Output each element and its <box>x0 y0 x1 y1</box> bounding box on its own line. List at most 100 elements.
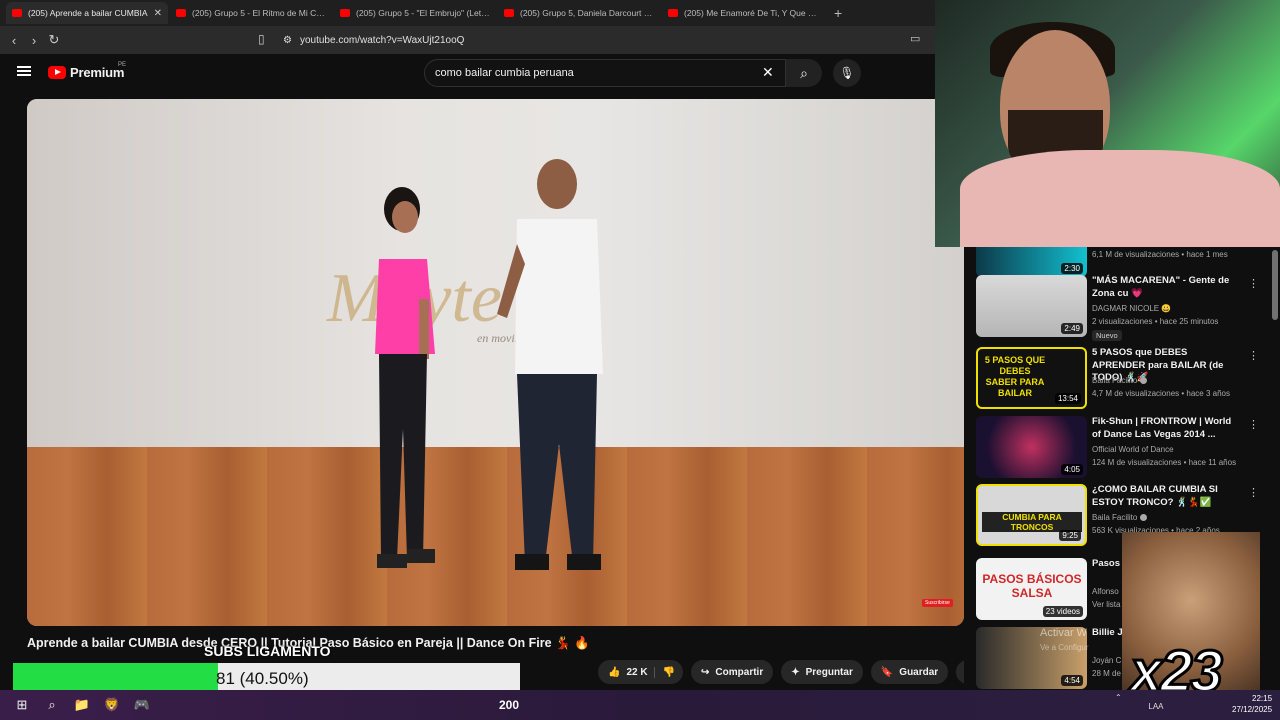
browser-tab[interactable]: (205) Grupo 5, Daniela Darcourt - Qu <box>498 2 660 24</box>
like-button[interactable]: 👍 22 K 👎 <box>598 660 684 684</box>
discord-icon[interactable]: 🎮 <box>128 694 156 716</box>
windows-activation-watermark-sub: Ve a Configur <box>1040 643 1089 652</box>
thumbs-down-icon[interactable]: 👎 <box>653 666 675 678</box>
channel-name: Alfonso <box>1092 587 1119 596</box>
subs-goal-count: 81 (40.50%) <box>216 669 309 688</box>
tab-label: (205) Grupo 5 - El Ritmo de Mi Corazón <box>192 8 326 18</box>
youtube-header: Premium PE como bailar cumbia peruana ✕ … <box>0 54 935 92</box>
more-options-icon[interactable]: ⋮ <box>1248 418 1259 431</box>
url-field[interactable]: ⚙ youtube.com/watch?v=WaxUjt21ooQ <box>283 30 883 50</box>
new-badge: Nuevo <box>1092 330 1122 341</box>
youtube-play-logo-icon <box>48 66 66 79</box>
duration-badge: 2:49 <box>1061 323 1083 334</box>
channel-name: DAGMAR NICOLE 😀 <box>1092 304 1172 313</box>
cast-icon[interactable]: ▭ <box>910 32 920 45</box>
video-thumbnail[interactable]: 5 PASOS QUE DEBES SABER PARA BAILAR 13:5… <box>976 347 1087 409</box>
new-tab-button[interactable]: + <box>826 5 850 21</box>
playlist-link[interactable]: Ver lista <box>1092 600 1120 609</box>
tray-chevron-icon[interactable]: ⌃ <box>1115 693 1122 702</box>
channel-label: Baila Facilito <box>1092 513 1138 522</box>
system-tray: ⌃ LAA <box>1115 693 1164 711</box>
premium-wordmark: Premium <box>70 65 125 80</box>
youtube-favicon-icon <box>668 9 678 17</box>
search-input[interactable]: como bailar cumbia peruana <box>424 59 786 87</box>
channel-name: Official World of Dance <box>1092 445 1174 454</box>
back-icon[interactable]: ‹ <box>4 33 24 48</box>
verified-icon <box>1140 514 1148 522</box>
thumbnail-text: PASOS BÁSICOS SALSA <box>982 572 1082 600</box>
reload-icon[interactable]: ↻ <box>44 32 64 48</box>
sidebar-scrollbar[interactable] <box>1272 250 1278 320</box>
file-explorer-icon[interactable]: 📁 <box>68 694 96 716</box>
video-thumbnail[interactable]: CUMBIA PARA TRONCOS 9:25 <box>976 484 1087 546</box>
more-options-icon[interactable]: ⋮ <box>1248 277 1259 290</box>
address-bar: ‹ › ↻ ▯ ⚙ youtube.com/watch?v=WaxUjt21ooQ… <box>0 26 935 54</box>
ask-button[interactable]: ✦ Preguntar <box>781 660 863 684</box>
url-text: youtube.com/watch?v=WaxUjt21ooQ <box>299 34 465 46</box>
verified-icon <box>1140 377 1148 385</box>
bookmark-icon[interactable]: ▯ <box>258 32 265 46</box>
ask-label: Preguntar <box>805 666 853 678</box>
video-meta: 2 visualizaciones • hace 25 minutos <box>1092 317 1219 326</box>
video-floor <box>27 446 964 626</box>
brave-browser-icon[interactable]: 🦁 <box>98 694 126 716</box>
browser-tab[interactable]: (205) Aprende a bailar CUMBIA ✕ <box>6 2 168 24</box>
share-icon: ↪ <box>701 666 710 678</box>
subscribe-watermark-badge[interactable]: Suscribirse <box>922 599 953 607</box>
video-thumbnail[interactable]: 2:30 <box>976 247 1087 277</box>
share-label: Compartir <box>715 666 764 678</box>
search-icon[interactable]: ⌕ <box>38 694 66 716</box>
video-player[interactable]: Mayte en movimiento Suscribirse <box>27 99 964 626</box>
browser-tab-strip: (205) Aprende a bailar CUMBIA ✕ (205) Gru… <box>0 0 935 26</box>
save-button[interactable]: 🔖 Guardar <box>870 660 949 684</box>
clear-search-icon[interactable]: ✕ <box>762 64 774 81</box>
more-options-icon[interactable]: ⋮ <box>1248 349 1259 362</box>
youtube-logo[interactable]: Premium PE <box>48 62 126 80</box>
video-actions: 👍22 K👎 ↪Compartir ✦Preguntar 🔖Guardar ⋯ <box>598 660 981 684</box>
webcam-person-shirt <box>960 150 1280 247</box>
share-button[interactable]: ↪ Compartir <box>691 660 774 684</box>
clock-date: 27/12/2025 <box>1232 705 1273 714</box>
close-tab-icon[interactable]: ✕ <box>154 8 162 19</box>
voice-search-button[interactable]: 🎙 <box>833 59 861 87</box>
channel-name: Baila Facilito <box>1092 513 1148 522</box>
tab-label: (205) Aprende a bailar CUMBIA <box>28 8 148 18</box>
subs-goal-bar: 81 (40.50%) <box>13 663 520 693</box>
duration-badge: 13:54 <box>1054 393 1081 404</box>
browser-tab[interactable]: (205) Grupo 5 - El Ritmo de Mi Corazón <box>170 2 332 24</box>
youtube-favicon-icon <box>340 9 350 17</box>
browser-tab[interactable]: (205) Grupo 5 - "El Embrujo" (Letra) <box>334 2 496 24</box>
video-meta: 6,1 M de visualizaciones • hace 1 mes <box>1092 250 1228 259</box>
forward-icon[interactable]: › <box>24 33 44 48</box>
youtube-favicon-icon <box>176 9 186 17</box>
menu-icon[interactable] <box>17 66 31 76</box>
language-indicator[interactable]: LAA <box>1148 702 1163 711</box>
site-info-icon[interactable]: ⚙ <box>283 35 292 46</box>
start-icon[interactable]: ⊞ <box>8 694 36 716</box>
tab-label: (205) Me Enamoré De Ti, Y Que - You <box>684 8 818 18</box>
video-thumbnail[interactable]: 4:05 <box>976 416 1087 478</box>
mic-icon: 🎙 <box>839 66 855 80</box>
thumbs-up-icon: 👍 <box>608 666 621 678</box>
taskbar-clock[interactable]: 22:15 27/12/2025 <box>1232 693 1272 715</box>
windows-activation-watermark: Activar W <box>1040 627 1088 639</box>
sparkle-icon: ✦ <box>791 666 800 678</box>
video-thumbnail[interactable]: PASOS BÁSICOS SALSA 23 videos <box>976 558 1087 620</box>
duration-badge: 4:05 <box>1061 464 1083 475</box>
thumbnail-text: 5 PASOS QUE DEBES SABER PARA BAILAR <box>984 355 1046 398</box>
subs-goal-title: SUBS LIGAMENTO <box>204 643 331 659</box>
dancer-woman <box>375 187 435 568</box>
search-button[interactable]: ⌕ <box>786 59 822 87</box>
more-options-icon[interactable]: ⋮ <box>1248 486 1259 499</box>
search-icon: ⌕ <box>800 64 808 81</box>
playlist-count-badge: 23 videos <box>1042 606 1083 617</box>
duration-badge: 2:30 <box>1061 263 1083 274</box>
channel-label: Baila Facilito <box>1092 376 1138 385</box>
search-value: como bailar cumbia peruana <box>435 67 574 79</box>
browser-tab[interactable]: (205) Me Enamoré De Ti, Y Que - You <box>662 2 824 24</box>
taskbar-number: 200 <box>499 698 520 712</box>
duration-badge: 4:54 <box>1061 675 1083 686</box>
video-thumbnail[interactable]: 2:49 <box>976 275 1087 337</box>
video-title: "MÁS MACARENA" - Gente de Zona cu 💗 <box>1092 275 1230 299</box>
subs-goal-fill <box>13 663 219 693</box>
